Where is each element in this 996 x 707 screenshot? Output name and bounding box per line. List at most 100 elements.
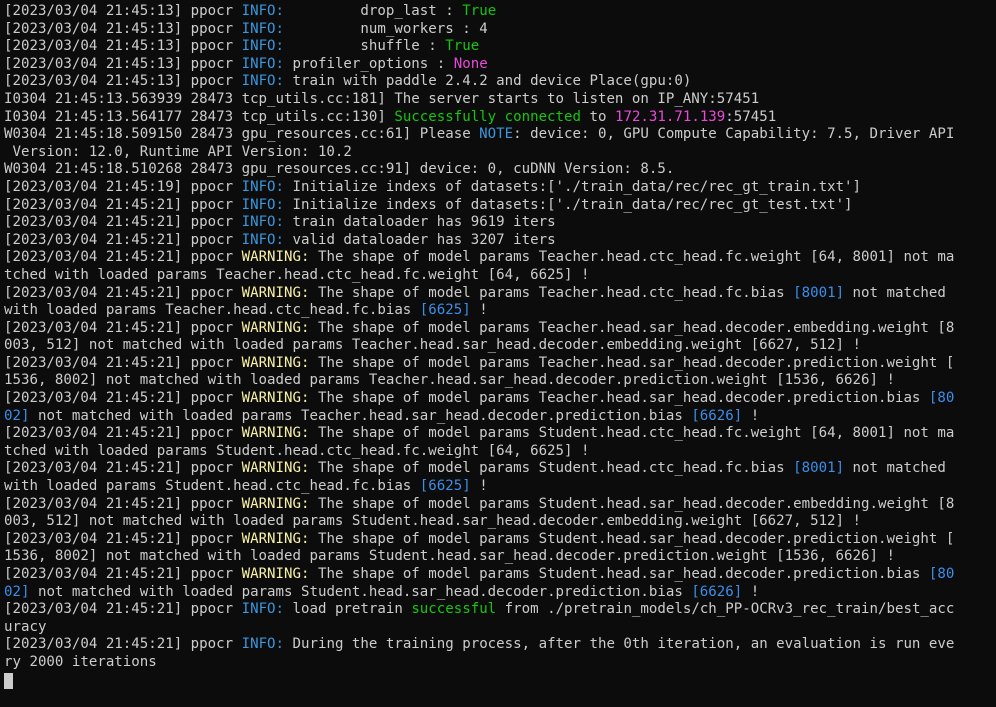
terminal-text-segment: During the training process, after the 0… bbox=[284, 636, 955, 653]
terminal-text-segment: [2023/03/04 21:45:21] ppocr bbox=[4, 231, 242, 248]
terminal-text-segment: INFO: bbox=[241, 178, 285, 195]
terminal-text-segment: [2023/03/04 21:45:21] ppocr bbox=[4, 390, 242, 407]
terminal-line: 02] not matched with loaded params Stude… bbox=[4, 584, 996, 602]
terminal-line: [2023/03/04 21:45:21] ppocr WARNING: The… bbox=[4, 355, 996, 373]
terminal-text-segment: uracy bbox=[4, 618, 47, 635]
terminal-text-segment: ry 2000 iterations bbox=[4, 653, 157, 670]
terminal-text-segment: INFO: bbox=[241, 231, 285, 248]
terminal-text-segment: tched with loaded params Student.head.ct… bbox=[4, 442, 590, 459]
terminal-text-segment: ! bbox=[470, 478, 488, 495]
terminal-text-segment: [2023/03/04 21:45:21] ppocr bbox=[4, 196, 242, 213]
terminal-line: [2023/03/04 21:45:13] ppocr INFO: train … bbox=[4, 73, 996, 91]
terminal-line: [2023/03/04 21:45:21] ppocr INFO: valid … bbox=[4, 232, 996, 250]
terminal-text-segment: INFO: bbox=[241, 3, 285, 19]
terminal-text-segment: 1536, 8002] not matched with loaded para… bbox=[4, 548, 895, 565]
terminal-text-segment: [2023/03/04 21:45:21] ppocr bbox=[4, 495, 242, 512]
terminal-text-segment: profiler_options : bbox=[284, 55, 454, 72]
terminal-text-segment: [2023/03/04 21:45:13] ppocr bbox=[4, 3, 242, 19]
terminal-text-segment: INFO: bbox=[241, 601, 285, 618]
terminal-output[interactable]: [2023/03/04 21:45:13] ppocr INFO: drop_l… bbox=[0, 0, 996, 707]
terminal-text-segment: True bbox=[462, 3, 497, 19]
terminal-text-segment: The shape of model params Teacher.head.c… bbox=[309, 284, 794, 301]
terminal-text-segment: [6625] bbox=[419, 478, 471, 495]
terminal-text-segment: not matched with loaded params Teacher.h… bbox=[29, 407, 692, 424]
terminal-text-segment: drop_last : bbox=[284, 3, 463, 19]
terminal-text-segment: not matched with loaded params Student.h… bbox=[29, 583, 692, 600]
terminal-text-segment: [2023/03/04 21:45:21] ppocr bbox=[4, 601, 242, 618]
terminal-line: [2023/03/04 21:45:21] ppocr INFO: train … bbox=[4, 214, 996, 232]
terminal-text-segment: load pretrain bbox=[284, 601, 412, 618]
terminal-line: uracy bbox=[4, 619, 996, 637]
terminal-line: [2023/03/04 21:45:21] ppocr WARNING: The… bbox=[4, 460, 996, 478]
terminal-line: with loaded params Teacher.head.ctc_head… bbox=[4, 302, 996, 320]
terminal-text-segment: 003, 512] not matched with loaded params… bbox=[4, 513, 862, 530]
terminal-line: [2023/03/04 21:45:21] ppocr INFO: load p… bbox=[4, 601, 996, 619]
terminal-text-segment: W0304 21:45:18.509150 28473 gpu_resource… bbox=[4, 126, 480, 143]
terminal-text-segment: WARNING: bbox=[241, 495, 310, 512]
terminal-line: [2023/03/04 21:45:21] ppocr WARNING: The… bbox=[4, 390, 996, 408]
terminal-text-segment: None bbox=[453, 55, 488, 72]
terminal-text-segment: [2023/03/04 21:45:13] ppocr bbox=[4, 38, 242, 55]
terminal-text-segment: WARNING: bbox=[241, 284, 310, 301]
terminal-text-segment: to bbox=[581, 108, 615, 125]
text-cursor bbox=[4, 672, 13, 689]
terminal-text-segment: WARNING: bbox=[241, 249, 310, 266]
terminal-text-segment: The shape of model params Teacher.head.s… bbox=[309, 390, 929, 407]
terminal-text-segment: [6626] bbox=[691, 407, 743, 424]
terminal-line: Version: 12.0, Runtime API Version: 10.2 bbox=[4, 144, 996, 162]
terminal-text-segment: [2023/03/04 21:45:21] ppocr bbox=[4, 636, 242, 653]
terminal-line: 02] not matched with loaded params Teach… bbox=[4, 408, 996, 426]
terminal-line: [2023/03/04 21:45:21] ppocr WARNING: The… bbox=[4, 320, 996, 338]
terminal-text-segment: 003, 512] not matched with loaded params… bbox=[4, 337, 862, 354]
terminal-line: [2023/03/04 21:45:13] ppocr INFO: shuffl… bbox=[4, 38, 996, 56]
terminal-line: [2023/03/04 21:45:13] ppocr INFO: profil… bbox=[4, 56, 996, 74]
terminal-line: [2023/03/04 21:45:19] ppocr INFO: Initia… bbox=[4, 179, 996, 197]
terminal-text-segment: ! bbox=[742, 407, 760, 424]
terminal-text-segment: [6625] bbox=[419, 302, 471, 319]
terminal-line: [2023/03/04 21:45:21] ppocr WARNING: The… bbox=[4, 425, 996, 443]
terminal-text-segment: [2023/03/04 21:45:13] ppocr bbox=[4, 73, 242, 90]
terminal-text-segment: [2023/03/04 21:45:21] ppocr bbox=[4, 566, 242, 582]
terminal-text-segment: ! bbox=[742, 583, 760, 600]
terminal-text-segment: valid dataloader has 3207 iters bbox=[284, 231, 556, 248]
terminal-text-segment: INFO: bbox=[241, 20, 285, 37]
terminal-text-segment: Initialize indexs of datasets:['./train_… bbox=[284, 196, 853, 213]
terminal-line: [2023/03/04 21:45:21] ppocr WARNING: The… bbox=[4, 566, 996, 584]
terminal-text-segment: shuffle : bbox=[284, 38, 446, 55]
terminal-line: with loaded params Student.head.ctc_head… bbox=[4, 478, 996, 496]
terminal-text-segment: [8001] bbox=[793, 460, 845, 477]
terminal-text-segment: Initialize indexs of datasets:['./train_… bbox=[284, 178, 862, 195]
terminal-text-segment: tched with loaded params Teacher.head.ct… bbox=[4, 266, 590, 283]
terminal-line: I0304 21:45:13.563939 28473 tcp_utils.cc… bbox=[4, 91, 996, 109]
terminal-text-segment: INFO: bbox=[241, 196, 285, 213]
terminal-text-segment: [2023/03/04 21:45:13] ppocr bbox=[4, 55, 242, 72]
terminal-text-segment: True bbox=[445, 38, 480, 55]
terminal-text-segment: WARNING: bbox=[241, 390, 310, 407]
terminal-text-segment: not matched bbox=[844, 460, 946, 477]
terminal-text-segment: [2023/03/04 21:45:21] ppocr bbox=[4, 249, 242, 266]
terminal-text-segment: The shape of model params Teacher.head.s… bbox=[309, 354, 955, 371]
terminal-text-segment: 02] bbox=[4, 407, 30, 424]
terminal-line: tched with loaded params Student.head.ct… bbox=[4, 443, 996, 461]
terminal-line: I0304 21:45:13.564177 28473 tcp_utils.cc… bbox=[4, 109, 996, 127]
terminal-text-segment: num_workers : 4 bbox=[284, 20, 488, 37]
terminal-line: ry 2000 iterations bbox=[4, 654, 996, 672]
terminal-text-segment: [8001] bbox=[793, 284, 845, 301]
terminal-text-segment: NOTE bbox=[479, 126, 514, 143]
terminal-text-segment: 172.31.71.139 bbox=[614, 108, 726, 125]
terminal-text-segment: WARNING: bbox=[241, 460, 310, 477]
terminal-text-segment: WARNING: bbox=[241, 354, 310, 371]
terminal-line: 003, 512] not matched with loaded params… bbox=[4, 513, 996, 531]
terminal-text-segment: [2023/03/04 21:45:21] ppocr bbox=[4, 425, 242, 442]
terminal-text-segment: [2023/03/04 21:45:21] ppocr bbox=[4, 284, 242, 301]
terminal-text-segment: : device: 0, GPU Compute Capability: 7.5… bbox=[513, 126, 955, 143]
terminal-text-segment: The shape of model params Student.head.s… bbox=[309, 495, 955, 512]
terminal-text-segment: WARNING: bbox=[241, 319, 310, 336]
terminal-line: [2023/03/04 21:45:21] ppocr WARNING: The… bbox=[4, 496, 996, 514]
terminal-line: 1536, 8002] not matched with loaded para… bbox=[4, 548, 996, 566]
terminal-line: 003, 512] not matched with loaded params… bbox=[4, 337, 996, 355]
terminal-text-segment: [2023/03/04 21:45:21] ppocr bbox=[4, 214, 242, 231]
terminal-text-segment: The shape of model params Student.head.s… bbox=[309, 566, 929, 582]
terminal-line: [2023/03/04 21:45:13] ppocr INFO: num_wo… bbox=[4, 21, 996, 39]
terminal-line: [2023/03/04 21:45:21] ppocr WARNING: The… bbox=[4, 531, 996, 549]
